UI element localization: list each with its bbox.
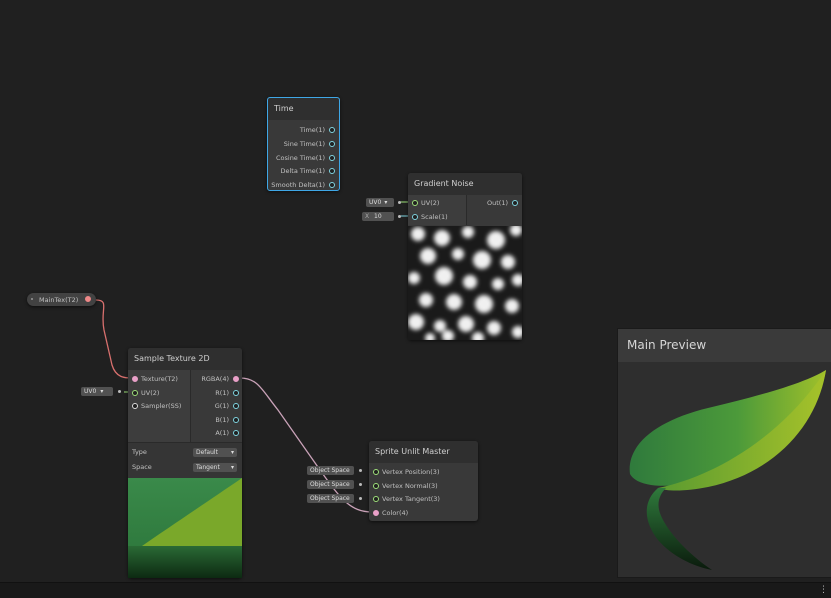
st-texture-port-icon[interactable] [132, 376, 138, 382]
wire-rgba-to-color [239, 377, 373, 513]
st-output-a: A(1) [215, 429, 229, 437]
cosine-port-icon[interactable] [329, 155, 335, 161]
st-r-port-icon[interactable] [233, 390, 239, 396]
st-space-dropdown[interactable]: Tangent [193, 463, 237, 472]
master-conn-3-icon [359, 497, 362, 500]
master-vtan-port-icon[interactable] [373, 496, 379, 502]
st-output-r: R(1) [215, 389, 229, 397]
sample-texture-title: Sample Texture 2D [128, 348, 242, 370]
gn-uv-connector-icon [398, 201, 401, 204]
gn-input-uv: UV(2) [421, 199, 440, 207]
time-output-time: Time(1) [299, 126, 325, 134]
time-output-delta: Delta Time(1) [280, 167, 325, 175]
delta-port-icon[interactable] [329, 168, 335, 174]
gn-scale-field[interactable]: X 10 [362, 212, 394, 221]
master-space-field-1[interactable]: Object Space [307, 466, 354, 475]
st-space-label: Space [132, 463, 152, 471]
gn-scale-port-icon[interactable] [412, 214, 418, 220]
maintex-handle-icon [31, 298, 33, 300]
gn-uv-port-icon[interactable] [412, 200, 418, 206]
st-output-b: B(1) [215, 416, 229, 424]
maintex-property-node[interactable]: MainTex(T2) [27, 293, 96, 306]
st-type-label: Type [132, 448, 147, 456]
master-conn-2-icon [359, 483, 362, 486]
st-output-rgba: RGBA(4) [201, 375, 229, 383]
maintex-label: MainTex(T2) [39, 296, 79, 304]
bottom-status-bar [0, 582, 831, 598]
master-space-field-2[interactable]: Object Space [307, 480, 354, 489]
main-preview-title: Main Preview [627, 338, 707, 352]
sine-port-icon[interactable] [329, 141, 335, 147]
sprite-master-title: Sprite Unlit Master [369, 441, 478, 463]
time-node[interactable]: Time Time(1) Sine Time(1) Cosine Time(1)… [267, 97, 340, 191]
st-rgba-port-icon[interactable] [233, 376, 239, 382]
gn-out-port-icon[interactable] [512, 200, 518, 206]
more-options-icon[interactable]: ⋮ [819, 585, 828, 595]
main-preview-panel[interactable]: Main Preview [617, 328, 831, 578]
main-preview-header[interactable]: Main Preview [618, 329, 831, 362]
st-input-sampler: Sampler(SS) [141, 402, 182, 410]
master-input-color: Color(4) [382, 509, 409, 517]
master-input-vtan: Vertex Tangent(3) [382, 495, 440, 503]
gradient-noise-title: Gradient Noise [408, 173, 522, 195]
time-node-title: Time [268, 98, 339, 120]
master-color-port-icon[interactable] [373, 510, 379, 516]
st-uv-dropdown[interactable]: UV0 ▾ [81, 387, 113, 396]
st-output-g: G(1) [214, 402, 229, 410]
st-b-port-icon[interactable] [233, 417, 239, 423]
time-output-sine: Sine Time(1) [283, 140, 325, 148]
wire-maintex-to-texture [95, 299, 133, 379]
st-uv-port-icon[interactable] [132, 390, 138, 396]
sprite-unlit-master-node[interactable]: Sprite Unlit Master Vertex Position(3) V… [369, 441, 478, 521]
st-type-dropdown[interactable]: Default [193, 448, 237, 457]
gn-uv-dropdown[interactable]: UV0 ▾ [366, 198, 394, 207]
st-texture-preview [128, 478, 242, 578]
st-input-texture: Texture(T2) [141, 375, 178, 383]
master-vnorm-port-icon[interactable] [373, 483, 379, 489]
time-output-cosine: Cosine Time(1) [275, 154, 325, 162]
sample-texture-node[interactable]: Sample Texture 2D Texture(T2) UV(2) Samp… [128, 348, 242, 578]
st-uv-connector-icon [118, 390, 121, 393]
master-vpos-port-icon[interactable] [373, 469, 379, 475]
master-input-vnorm: Vertex Normal(3) [382, 482, 438, 490]
smooth-port-icon[interactable] [329, 182, 335, 188]
gn-output-out: Out(1) [487, 199, 508, 207]
main-preview-viewport[interactable] [618, 362, 831, 577]
maintex-port-icon[interactable] [85, 296, 91, 302]
time-output-smooth: Smooth Delta(1) [271, 181, 325, 189]
time-port-icon[interactable] [329, 127, 335, 133]
gn-scale-connector-icon [398, 215, 401, 218]
st-input-uv: UV(2) [141, 389, 160, 397]
master-conn-1-icon [359, 469, 362, 472]
gradient-noise-node[interactable]: Gradient Noise UV(2) Scale(1) Out(1) [408, 173, 522, 340]
gn-noise-preview [408, 226, 522, 340]
st-a-port-icon[interactable] [233, 430, 239, 436]
st-g-port-icon[interactable] [233, 403, 239, 409]
gn-input-scale: Scale(1) [421, 213, 448, 221]
st-sampler-port-icon[interactable] [132, 403, 138, 409]
master-space-field-3[interactable]: Object Space [307, 494, 354, 503]
master-input-vpos: Vertex Position(3) [382, 468, 440, 476]
